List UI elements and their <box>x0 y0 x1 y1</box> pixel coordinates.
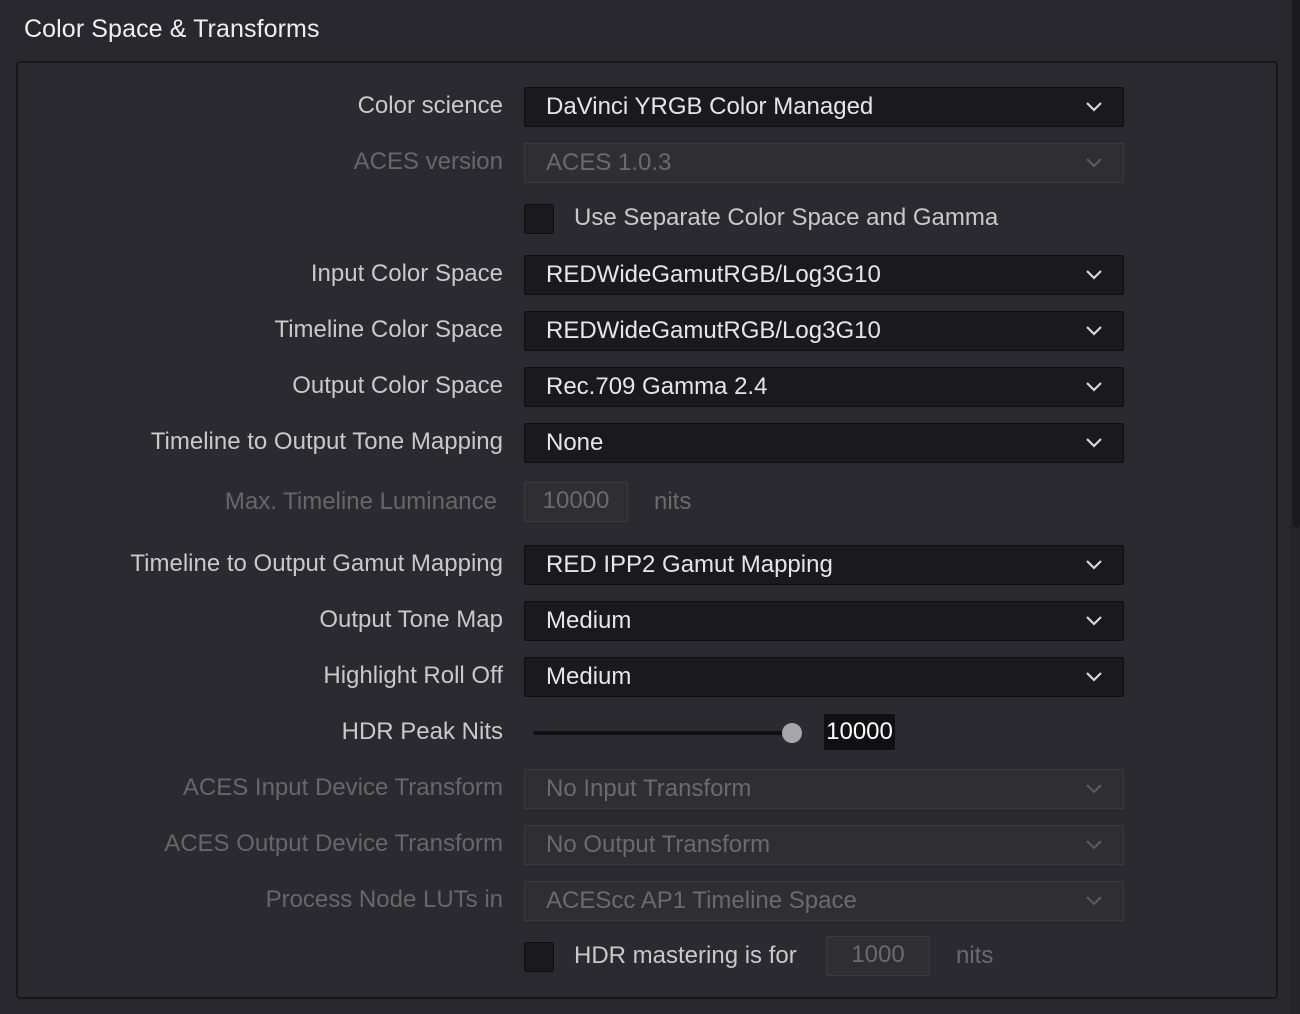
chevron-down-icon <box>1086 158 1102 168</box>
input-color-space-dropdown[interactable]: REDWideGamutRGB/Log3G10 <box>524 255 1124 295</box>
hdr-mastering-checkbox[interactable] <box>524 942 554 972</box>
separate-color-space-checkbox[interactable] <box>524 204 554 234</box>
hdr-mastering-field[interactable]: 1000 <box>826 936 930 976</box>
gamut-mapping-value: RED IPP2 Gamut Mapping <box>546 551 833 578</box>
input-color-space-label: Input Color Space <box>310 260 503 287</box>
chevron-down-icon <box>1086 672 1102 682</box>
aces-input-transform-dropdown[interactable]: No Input Transform <box>524 769 1124 809</box>
chevron-down-icon <box>1086 270 1102 280</box>
aces-output-transform-value: No Output Transform <box>546 831 771 858</box>
output-color-space-value: Rec.709 Gamma 2.4 <box>546 373 768 400</box>
aces-input-transform-value: No Input Transform <box>546 775 752 802</box>
timeline-color-space-dropdown[interactable]: REDWideGamutRGB/Log3G10 <box>524 311 1124 351</box>
output-tone-map-label: Output Tone Map <box>319 606 503 633</box>
scrollbar-thumb[interactable] <box>1292 0 1300 528</box>
chevron-down-icon <box>1086 560 1102 570</box>
timeline-color-space-value: REDWideGamutRGB/Log3G10 <box>546 317 881 344</box>
hdr-peak-nits-slider-track[interactable] <box>533 731 795 735</box>
chevron-down-icon <box>1086 326 1102 336</box>
tone-mapping-value: None <box>546 429 604 456</box>
highlight-roll-off-label: Highlight Roll Off <box>323 662 503 689</box>
hdr-peak-nits-label: HDR Peak Nits <box>341 718 503 745</box>
aces-output-transform-label: ACES Output Device Transform <box>164 830 503 857</box>
color-space-settings-page: Color Space & Transforms Color science D… <box>0 0 1300 1014</box>
output-color-space-label: Output Color Space <box>292 372 503 399</box>
process-node-luts-label: Process Node LUTs in <box>265 886 503 913</box>
chevron-down-icon <box>1086 896 1102 906</box>
chevron-down-icon <box>1086 102 1102 112</box>
input-color-space-value: REDWideGamutRGB/Log3G10 <box>546 261 881 288</box>
color-science-dropdown[interactable]: DaVinci YRGB Color Managed <box>524 87 1124 127</box>
timeline-color-space-label: Timeline Color Space <box>274 316 503 343</box>
aces-output-transform-dropdown[interactable]: No Output Transform <box>524 825 1124 865</box>
gamut-mapping-label: Timeline to Output Gamut Mapping <box>130 550 503 577</box>
max-luminance-field[interactable]: 10000 <box>524 482 628 522</box>
separate-color-space-label: Use Separate Color Space and Gamma <box>574 204 999 231</box>
highlight-roll-off-dropdown[interactable]: Medium <box>524 657 1124 697</box>
process-node-luts-dropdown[interactable]: ACEScc AP1 Timeline Space <box>524 881 1124 921</box>
output-color-space-dropdown[interactable]: Rec.709 Gamma 2.4 <box>524 367 1124 407</box>
chevron-down-icon <box>1086 840 1102 850</box>
aces-version-dropdown[interactable]: ACES 1.0.3 <box>524 143 1124 183</box>
max-luminance-unit: nits <box>654 488 692 515</box>
max-luminance-label: Max. Timeline Luminance <box>224 488 497 515</box>
hdr-mastering-label: HDR mastering is for <box>574 942 797 969</box>
chevron-down-icon <box>1086 382 1102 392</box>
output-tone-map-dropdown[interactable]: Medium <box>524 601 1124 641</box>
chevron-down-icon <box>1086 784 1102 794</box>
chevron-down-icon <box>1086 438 1102 448</box>
gamut-mapping-dropdown[interactable]: RED IPP2 Gamut Mapping <box>524 545 1124 585</box>
tone-mapping-dropdown[interactable]: None <box>524 423 1124 463</box>
process-node-luts-value: ACEScc AP1 Timeline Space <box>546 887 857 914</box>
aces-version-label: ACES version <box>353 148 503 175</box>
hdr-peak-nits-field[interactable]: 10000 <box>823 713 896 751</box>
color-science-value: DaVinci YRGB Color Managed <box>546 93 874 120</box>
aces-input-transform-label: ACES Input Device Transform <box>182 774 503 801</box>
output-tone-map-value: Medium <box>546 607 632 634</box>
color-science-label: Color science <box>357 92 503 119</box>
tone-mapping-label: Timeline to Output Tone Mapping <box>150 428 503 455</box>
highlight-roll-off-value: Medium <box>546 663 632 690</box>
hdr-mastering-unit: nits <box>956 942 994 969</box>
hdr-peak-nits-slider-handle[interactable] <box>782 723 802 743</box>
aces-version-value: ACES 1.0.3 <box>546 149 672 176</box>
section-title: Color Space & Transforms <box>24 15 320 43</box>
chevron-down-icon <box>1086 616 1102 626</box>
